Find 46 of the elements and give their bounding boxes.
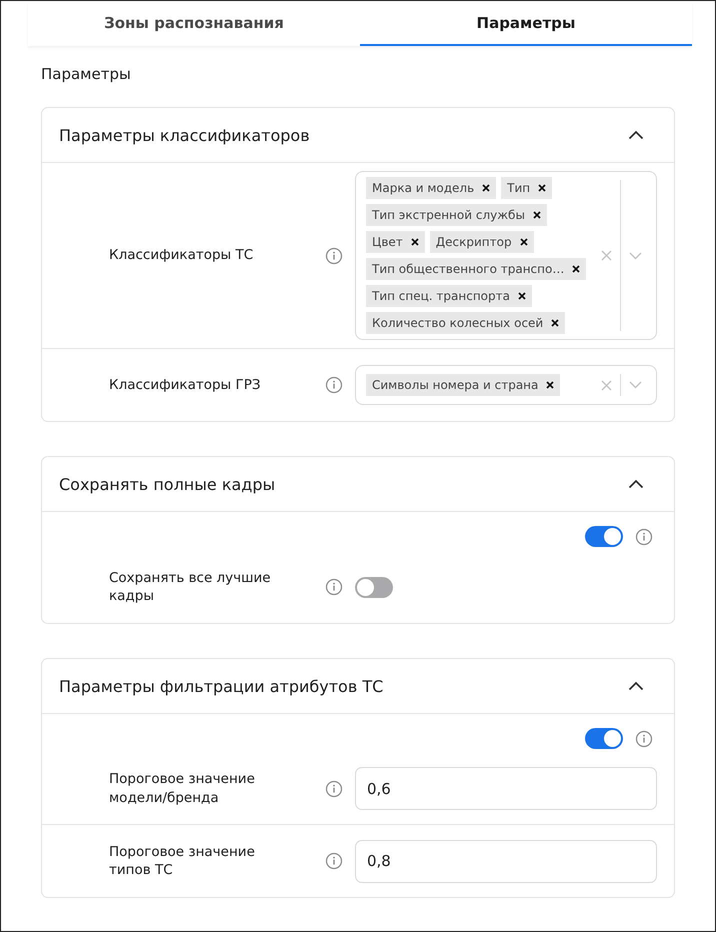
info-icon	[325, 376, 343, 394]
tag-chip[interactable]: Тип общественного транспо…	[366, 258, 586, 280]
remove-icon[interactable]	[518, 292, 526, 300]
number-field[interactable]: 0,8	[355, 840, 657, 882]
remove-icon[interactable]	[551, 319, 560, 327]
collapse-button[interactable]	[628, 681, 644, 691]
tab[interactable]: Параметры	[360, 1, 692, 46]
tag-chip[interactable]: Количество колесных осей	[366, 312, 566, 334]
remove-icon[interactable]	[520, 238, 528, 246]
number-field[interactable]: 0,6	[355, 767, 657, 810]
remove-icon[interactable]	[532, 211, 541, 219]
collapse-button[interactable]	[628, 130, 644, 140]
tag-chip[interactable]: Марка и модель	[366, 177, 496, 199]
tag-chip[interactable]: Тип экстренной службы	[366, 204, 547, 226]
info-icon	[325, 780, 343, 798]
toggle-switch[interactable]	[585, 526, 623, 547]
tag-chip[interactable]: Тип спец. транспорта	[366, 285, 532, 307]
info-icon	[635, 730, 653, 748]
toggle-switch[interactable]	[355, 576, 393, 598]
card-title: Сохранять полные кадры	[59, 474, 276, 494]
field-label: Пороговое значение модели/бренда	[109, 770, 256, 807]
tag-chip[interactable]: Символы номера и страна	[366, 374, 560, 396]
toggle-switch[interactable]	[585, 728, 623, 749]
tab[interactable]: Зоны распознавания	[28, 1, 360, 46]
card-title: Параметры фильтрации атрибутов ТС	[59, 676, 384, 696]
tag-chip[interactable]: Тип	[501, 177, 552, 199]
field-label: Сохранять все лучшие кадры	[109, 568, 272, 606]
remove-icon[interactable]	[546, 381, 554, 389]
field-label: Классификаторы ГРЗ	[109, 376, 262, 394]
tag-chip[interactable]: Дескриптор	[430, 231, 534, 253]
card-title: Параметры классификаторов	[59, 126, 310, 144]
remove-icon[interactable]	[538, 184, 546, 192]
multi-select[interactable]: Символы номера и страна	[355, 365, 657, 405]
field-label: Пороговое значение типов ТС	[109, 842, 256, 880]
info-icon	[325, 246, 343, 264]
tag-chip[interactable]: Цвет	[366, 231, 425, 253]
field-label: Классификаторы ТС	[109, 246, 254, 265]
info-icon	[325, 578, 343, 596]
multi-select[interactable]: Марка и модель Тип Тип экстренной службы Цвет Дескриптор Тип общественного транспо… Тип спец. транспорта Количество колесных осей	[355, 171, 657, 340]
info-icon	[325, 852, 343, 870]
page-heading: Параметры	[41, 65, 132, 83]
remove-icon[interactable]	[482, 184, 490, 192]
remove-icon[interactable]	[410, 238, 419, 246]
collapse-button[interactable]	[628, 479, 644, 489]
remove-icon[interactable]	[572, 265, 580, 273]
info-icon	[635, 528, 653, 546]
